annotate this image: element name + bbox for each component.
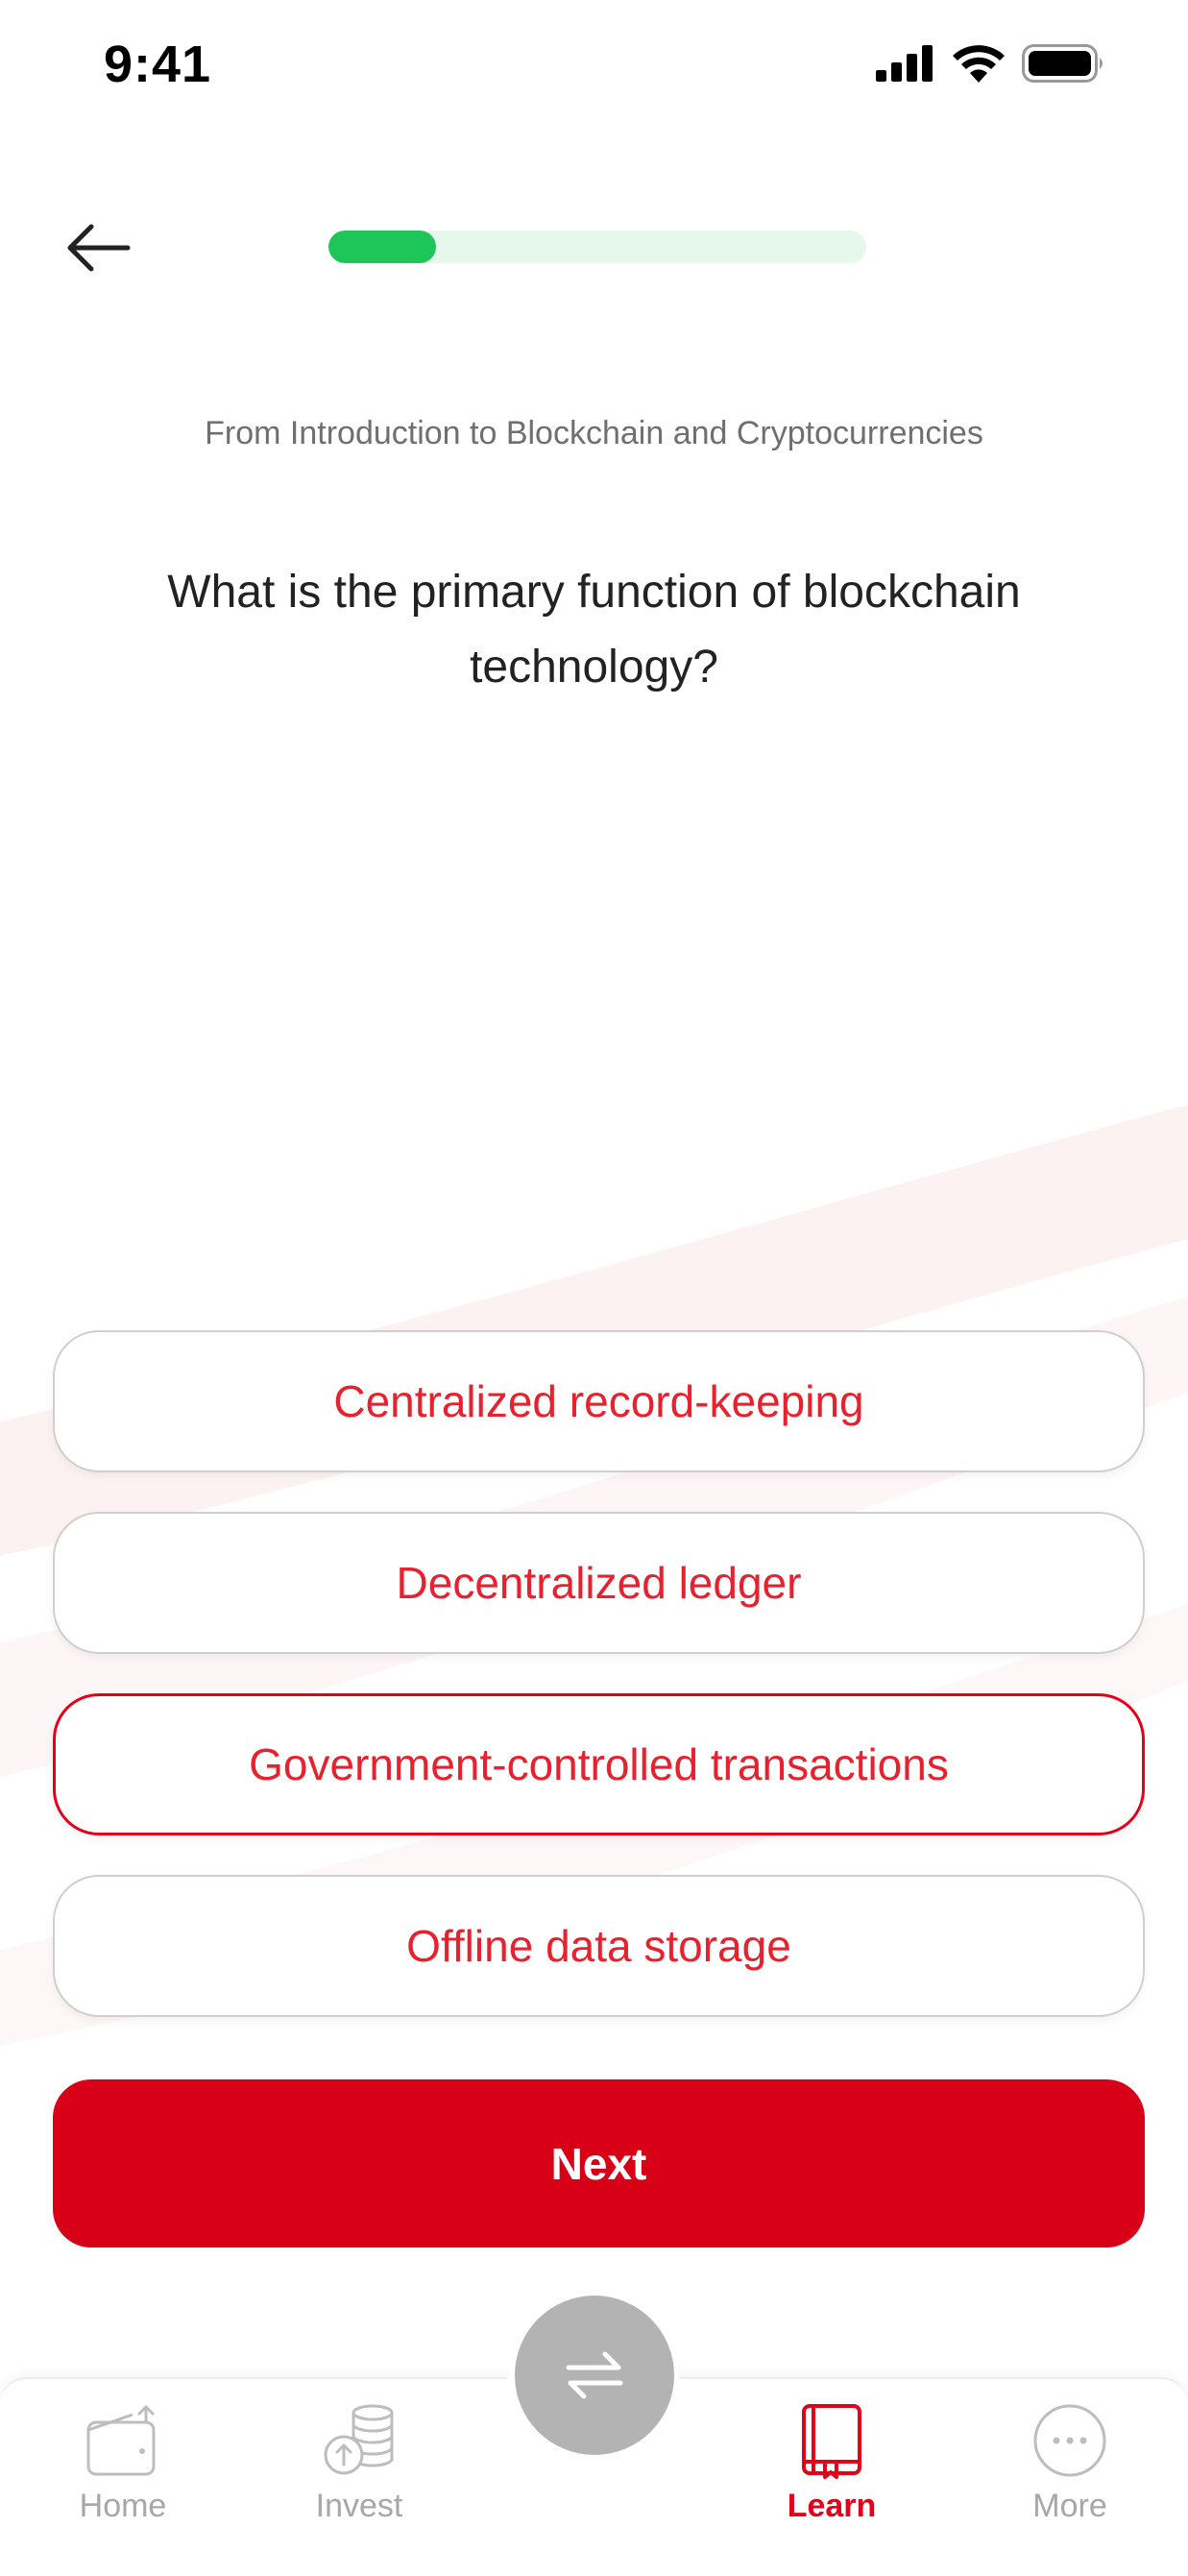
lesson-source: From Introduction to Blockchain and Cryp… [205, 415, 983, 451]
wifi-icon [953, 45, 1005, 83]
more-dots-icon [1033, 2404, 1106, 2477]
answer-option-3[interactable]: Government-controlled transactions [53, 1693, 1145, 1835]
book-icon [802, 2404, 861, 2479]
progress-fill [328, 231, 436, 263]
answer-option-2[interactable]: Decentralized ledger [53, 1512, 1145, 1654]
nav-home[interactable]: Home [46, 2401, 200, 2555]
nav-invest[interactable]: Invest [282, 2401, 436, 2555]
progress-bar [328, 231, 866, 263]
question-text: What is the primary function of blockcha… [167, 567, 1021, 693]
answer-option-4[interactable]: Offline data storage [53, 1875, 1145, 2017]
option-label: Centralized record-keeping [333, 1376, 864, 1426]
nav-label: More [1032, 2488, 1107, 2524]
swap-button[interactable] [515, 2296, 674, 2455]
next-button[interactable]: Next [53, 2079, 1145, 2248]
answer-option-1[interactable]: Centralized record-keeping [53, 1330, 1145, 1472]
back-button[interactable] [60, 209, 136, 286]
option-label: Decentralized ledger [396, 1558, 802, 1608]
cellular-signal-icon [876, 45, 933, 82]
wallet-icon [86, 2404, 156, 2476]
option-label: Government-controlled transactions [249, 1739, 949, 1789]
swap-arrows-icon [566, 2351, 623, 2399]
nav-more[interactable]: More [993, 2401, 1147, 2555]
battery-icon [1022, 44, 1103, 83]
nav-label: Invest [315, 2488, 403, 2524]
status-icons [876, 44, 1106, 83]
nav-label: Home [79, 2488, 167, 2524]
coins-icon [324, 2404, 394, 2475]
option-label: Offline data storage [406, 1921, 791, 1971]
nav-learn[interactable]: Learn [755, 2401, 909, 2555]
arrow-left-icon [67, 224, 131, 272]
answer-options: Centralized record-keeping Decentralized… [53, 1330, 1145, 2056]
nav-label: Learn [787, 2488, 877, 2524]
status-time: 9:41 [104, 36, 212, 93]
status-bar: 9:41 [0, 0, 1188, 134]
